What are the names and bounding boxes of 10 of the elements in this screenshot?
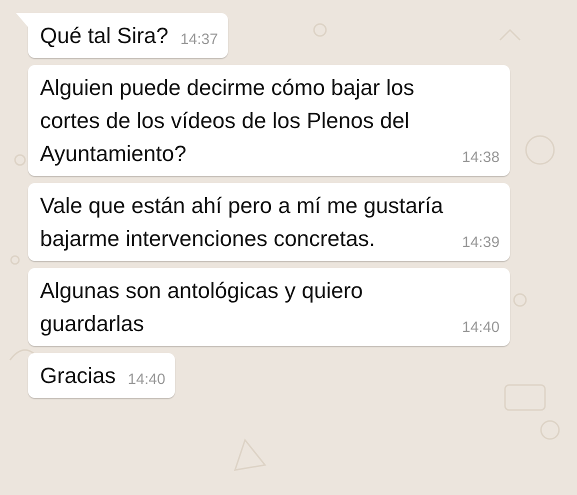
message-time: 14:39 [462,233,500,253]
message-text: Algunas son antológicas y quiero guardarlas [40,277,364,338]
message-text: Qué tal Sira? [40,22,168,50]
message-time: 14:40 [462,318,500,338]
message-time: 14:38 [462,148,500,168]
message-text: Alguien puede decirme cómo bajar los cortes de los vídeos de los Plenos del Ayuntamiento? [40,74,416,168]
message-time: 14:40 [128,370,166,390]
message-time: 14:37 [180,30,218,50]
message-text: Gracias [40,362,116,390]
message-text: Vale que están ahí pero a mí me gustaría bajarme intervenciones concretas. [40,192,444,253]
